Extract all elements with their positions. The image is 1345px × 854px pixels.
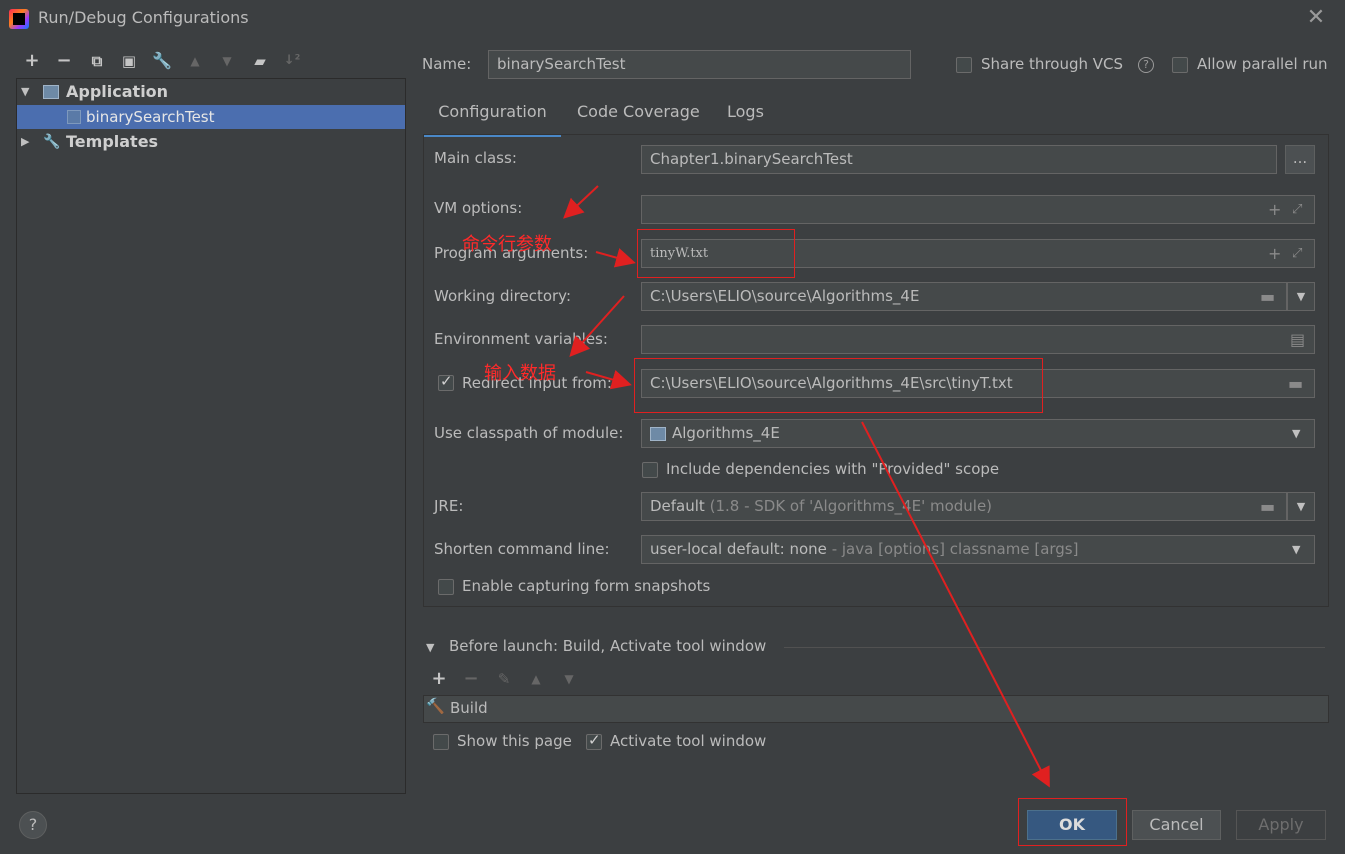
- annotation-arrows: [563, 185, 1050, 788]
- arrow-to-redirect: [585, 369, 632, 390]
- arrow-to-ok: [861, 421, 1050, 788]
- arrow-to-env-vars: [569, 295, 625, 357]
- arrow-to-vm-options: [563, 185, 599, 219]
- arrow-to-program-args: [595, 248, 636, 268]
